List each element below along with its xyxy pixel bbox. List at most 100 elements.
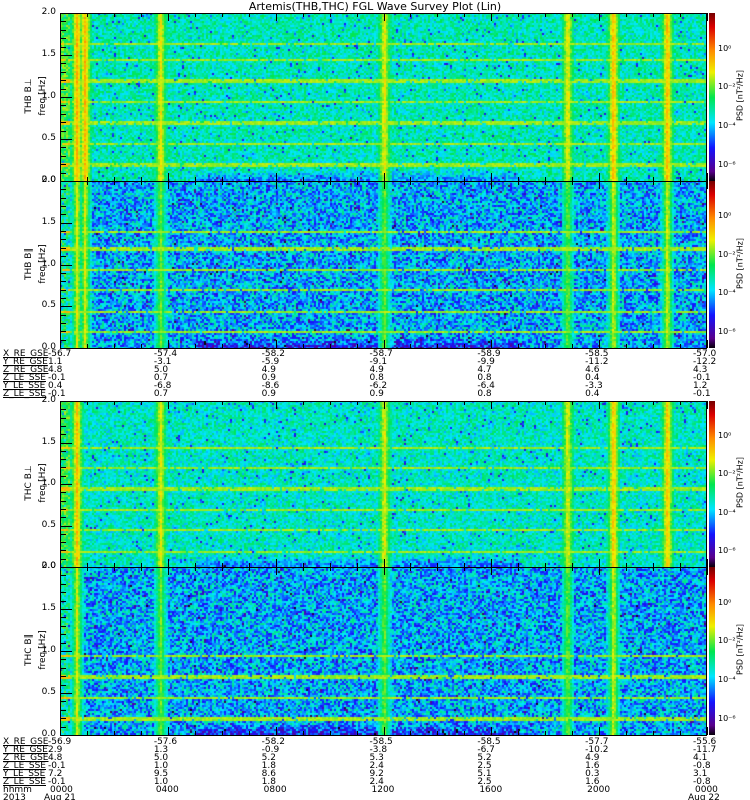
ytick-minor: [60, 322, 66, 324]
ytick-label: 2.0: [41, 7, 56, 17]
xtick: [356, 181, 358, 185]
ytick-minor: [60, 197, 66, 199]
xtick: [248, 181, 250, 185]
xtick: [707, 340, 708, 348]
xtick: [86, 181, 88, 185]
xtick: [356, 401, 358, 405]
colorbar-3: [709, 567, 715, 735]
ytick-major: [60, 139, 72, 140]
xtick: [275, 173, 277, 181]
xtick: [653, 567, 655, 571]
xtick: [194, 181, 196, 185]
xtick: [464, 181, 466, 185]
xtick: [383, 727, 385, 735]
ytick-minor: [60, 105, 66, 107]
xtick: [707, 727, 708, 735]
ytick-major: [60, 651, 72, 652]
ytick-minor: [60, 297, 66, 299]
xtick: [437, 181, 439, 185]
xtick: [599, 727, 601, 735]
xtick: [329, 731, 331, 735]
xtick: [248, 567, 250, 571]
y-axis-label: freq [Hz]: [38, 243, 48, 284]
xtick: [572, 567, 574, 571]
xtick: [86, 13, 88, 17]
ephem-value: -0.1: [48, 389, 66, 399]
xtick: [194, 344, 196, 348]
xtick: [626, 731, 628, 735]
xtick: [140, 401, 142, 405]
xtick: [437, 567, 439, 571]
ytick-minor: [60, 659, 66, 661]
xtick: [383, 13, 385, 21]
colorbar-tick-label: 10⁻⁴: [718, 674, 736, 684]
xtick: [383, 340, 385, 348]
xtick: [572, 181, 574, 185]
ytick-minor: [60, 701, 66, 703]
colorbar-tick-label: 10⁻⁴: [718, 120, 736, 130]
xtick: [113, 344, 115, 348]
xtick: [599, 567, 601, 575]
spectrogram-2: [60, 401, 707, 567]
xtick: [221, 344, 223, 348]
xtick: [383, 567, 385, 575]
xtick: [383, 401, 385, 409]
xtick: [194, 731, 196, 735]
colorbar-tick-label: 10⁰: [718, 211, 732, 221]
xtick: [653, 401, 655, 405]
ytick-minor: [60, 71, 66, 73]
xtick: [545, 13, 547, 17]
ytick-label: 0.5: [41, 687, 56, 697]
ytick-minor: [60, 130, 66, 132]
spectrogram-0: [60, 13, 707, 181]
ytick-minor: [60, 206, 66, 208]
xtick: [113, 181, 115, 185]
xtick: [275, 340, 277, 348]
xtick: [86, 567, 88, 571]
xtick: [680, 181, 682, 185]
xtick: [707, 181, 708, 189]
ephem-row-name: Z_LE_SSE: [3, 389, 46, 399]
xtick: [545, 401, 547, 405]
xtick: [599, 559, 601, 567]
xtick: [86, 344, 88, 348]
colorbar-label: PSD [nT²/Hz]: [735, 237, 745, 289]
xtick: [437, 344, 439, 348]
ytick-minor: [60, 46, 66, 48]
xtick: [60, 173, 61, 181]
ytick-minor: [60, 542, 66, 544]
ytick-label: 0.5: [41, 300, 56, 311]
ytick-minor: [60, 189, 66, 191]
xtick: [60, 567, 61, 575]
xtick: [302, 344, 304, 348]
y-axis-label: freq [Hz]: [38, 630, 48, 670]
xtick: [599, 401, 601, 409]
ytick-minor: [60, 164, 66, 166]
xtick: [194, 13, 196, 17]
plot-title: Artemis(THB,THC) FGL Wave Survey Plot (L…: [248, 0, 502, 13]
ytick-minor: [60, 155, 66, 157]
xtick: [356, 344, 358, 348]
ytick-label: 2.0: [41, 175, 56, 185]
colorbar-0: [709, 13, 715, 181]
xtick: [410, 567, 412, 571]
xtick: [518, 13, 520, 17]
ytick-minor: [60, 459, 66, 461]
ytick-minor: [60, 450, 66, 452]
xtick: [302, 13, 304, 17]
xtick: [248, 13, 250, 17]
ytick-major: [60, 401, 72, 402]
xtick: [86, 731, 88, 735]
xtick: [653, 181, 655, 185]
xtick: [410, 344, 412, 348]
ytick-minor: [60, 617, 66, 619]
xtick: [599, 173, 601, 181]
xtick: [167, 340, 169, 348]
xtick: [626, 401, 628, 405]
ytick-major: [60, 609, 72, 610]
ytick-minor: [60, 417, 66, 419]
xtick: [248, 731, 250, 735]
xtick: [518, 181, 520, 185]
ytick-minor: [60, 600, 66, 602]
xtick: [248, 401, 250, 405]
